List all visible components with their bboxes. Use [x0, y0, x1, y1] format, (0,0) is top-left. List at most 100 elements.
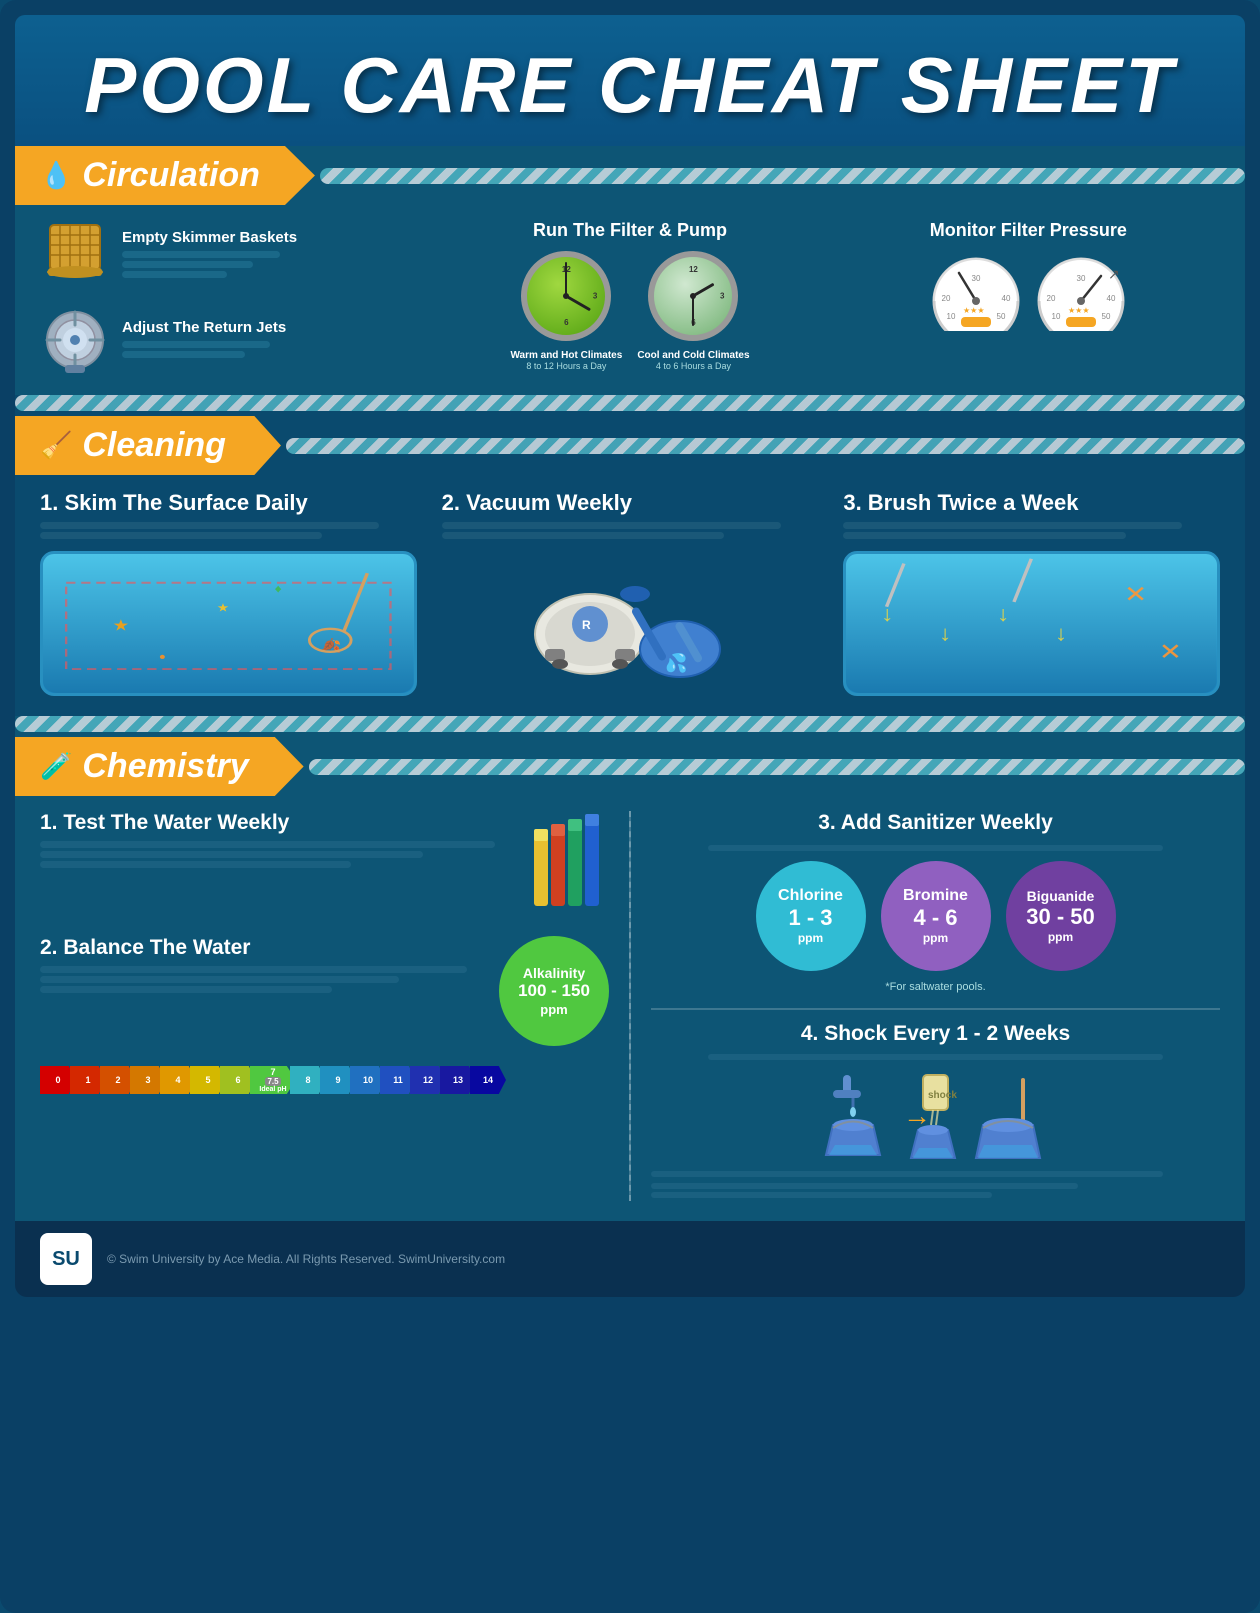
- skimmer-basket-icon: [40, 220, 110, 290]
- svg-text:R: R: [582, 618, 591, 632]
- svg-text:50: 50: [1101, 312, 1110, 321]
- pressure-col: Monitor Filter Pressure 30 40 20 10 50: [837, 220, 1220, 375]
- brush-pool-illustration: ↓ ↓ ↓ ↓ ✕ ✕: [843, 551, 1220, 696]
- svg-text:10: 10: [946, 312, 955, 321]
- rope-decoration-3: [309, 759, 1245, 775]
- clock-cool-label: Cool and Cold Climates: [637, 350, 749, 361]
- footer-text: © Swim University by Ace Media. All Righ…: [107, 1252, 505, 1266]
- su-logo: SU: [40, 1233, 92, 1285]
- gauge-2: 30 40 20 10 50 ★★★ ↗: [1036, 251, 1126, 336]
- svg-text:50: 50: [996, 312, 1005, 321]
- footer: SU © Swim University by Ace Media. All R…: [15, 1221, 1245, 1297]
- balance-water-title: 2. Balance The Water: [40, 936, 489, 960]
- cleaning-title: Cleaning: [82, 426, 226, 465]
- clock-cool-sublabel: 4 to 6 Hours a Day: [637, 361, 749, 371]
- shock-title: 4. Shock Every 1 - 2 Weeks: [651, 1022, 1220, 1046]
- chemistry-right: 3. Add Sanitizer Weekly Chlorine 1 - 3 p…: [651, 811, 1220, 1201]
- svg-text:★★★: ★★★: [1068, 306, 1090, 315]
- circulation-icon: 💧: [40, 160, 72, 191]
- svg-text:40: 40: [1001, 294, 1010, 303]
- shock-final-bucket: [973, 1070, 1053, 1165]
- skim-pool-illustration: ★ ★ 🍂 ● ♦: [40, 551, 417, 696]
- svg-text:20: 20: [941, 294, 950, 303]
- vacuum-title: 2. Vacuum Weekly: [442, 490, 632, 515]
- sanitizer-section: 3. Add Sanitizer Weekly Chlorine 1 - 3 p…: [651, 811, 1220, 993]
- pressure-title: Monitor Filter Pressure: [837, 220, 1220, 241]
- circulation-left: Empty Skimmer Baskets: [40, 220, 423, 375]
- chlorine-circle: Chlorine 1 - 3 ppm: [756, 861, 866, 971]
- svg-text:✕: ✕: [1124, 582, 1147, 607]
- skimmer-line-1: [122, 251, 280, 258]
- clock-warm-label: Warm and Hot Climates: [510, 350, 622, 361]
- clock-cool: 12 6 3 Cool and Cold Climates 4 to 6 Hou…: [637, 251, 749, 371]
- ph-scale-container: 0 1 2 3 4 5 6 7 7.5 Ideal pH: [40, 1066, 609, 1094]
- vertical-divider: [629, 811, 631, 1201]
- svg-text:★★★: ★★★: [963, 306, 985, 315]
- sanitizer-title: 3. Add Sanitizer Weekly: [651, 811, 1220, 835]
- jets-label: Adjust The Return Jets: [122, 319, 286, 336]
- svg-text:★: ★: [217, 601, 229, 615]
- svg-text:10: 10: [1051, 312, 1060, 321]
- chemistry-icon: 🧪: [40, 751, 72, 782]
- alkalinity-label: Alkalinity: [523, 965, 585, 981]
- filter-pump-col: Run The Filter & Pump 12 6 3: [438, 220, 821, 375]
- shock-bucket-1: [818, 1070, 893, 1165]
- clock-warm: 12 6 3 Warm and Hot Climates 8 to 12 Hou…: [510, 251, 622, 371]
- svg-text:↓: ↓: [1055, 621, 1068, 644]
- svg-text:★: ★: [112, 617, 129, 634]
- skimmer-line-3: [122, 271, 227, 278]
- rope-decoration-2: [286, 438, 1245, 454]
- svg-text:♦: ♦: [275, 582, 283, 596]
- test-water: 1. Test The Water Weekly: [40, 811, 609, 916]
- biguanide-circle: Biguanide 30 - 50 ppm: [1006, 861, 1116, 971]
- filter-pump-title: Run The Filter & Pump: [438, 220, 821, 241]
- brush-title: 3. Brush Twice a Week: [843, 490, 1078, 515]
- balance-water: 2. Balance The Water Alkalinity 100 - 15…: [40, 936, 609, 1046]
- cleaning-icon: 🧹: [40, 430, 72, 461]
- vacuum-item: 2. Vacuum Weekly R: [442, 490, 819, 696]
- alkalinity-circle: Alkalinity 100 - 150 ppm: [499, 936, 609, 1046]
- rope-decoration-1: [320, 168, 1245, 184]
- main-title: POOL CARE CHEAT SHEET: [45, 40, 1215, 131]
- bromine-circle: Bromine 4 - 6 ppm: [881, 861, 991, 971]
- svg-text:20: 20: [1046, 294, 1055, 303]
- brush-item: 3. Brush Twice a Week ↓ ↓ ↓ ↓ ✕ ✕: [843, 490, 1220, 696]
- svg-text:💦: 💦: [665, 651, 687, 674]
- circulation-section: 💧 Circulation: [15, 146, 1245, 395]
- svg-text:40: 40: [1106, 294, 1115, 303]
- svg-text:✕: ✕: [1159, 640, 1182, 665]
- shock-section: 4. Shock Every 1 - 2 Weeks: [651, 1008, 1220, 1198]
- vacuum-illustration: R 💦: [442, 551, 819, 696]
- skim-item: 1. Skim The Surface Daily: [40, 490, 417, 696]
- chemistry-left: 1. Test The Water Weekly: [40, 811, 609, 1201]
- alkalinity-unit: ppm: [540, 1002, 567, 1017]
- skimmer-label: Empty Skimmer Baskets: [122, 229, 297, 246]
- gauge-1: 30 40 20 10 50 ★★★: [931, 251, 1021, 336]
- svg-text:30: 30: [1076, 274, 1085, 283]
- chemistry-section: 🧪 Chemistry 1. Test The Water Weekly: [15, 716, 1245, 1221]
- alkalinity-value: 100 - 150: [518, 981, 590, 1001]
- svg-text:↓: ↓: [997, 602, 1010, 625]
- svg-text:↓: ↓: [939, 621, 952, 644]
- cleaning-header: 🧹 Cleaning: [15, 416, 1245, 475]
- svg-text:●: ●: [159, 651, 166, 662]
- return-jets-icon: [40, 305, 110, 375]
- rope-3: [15, 716, 1245, 732]
- saltwater-note: *For saltwater pools.: [651, 981, 1220, 993]
- chemistry-header: 🧪 Chemistry: [15, 737, 1245, 796]
- shock-packet: shock →: [903, 1070, 963, 1165]
- test-water-title: 1. Test The Water Weekly: [40, 811, 519, 835]
- skim-title: 1. Skim The Surface Daily: [40, 490, 308, 515]
- rope-2: [15, 395, 1245, 411]
- chemistry-title: Chemistry: [82, 747, 248, 786]
- test-strips-icon: [529, 811, 609, 916]
- svg-text:30: 30: [971, 274, 980, 283]
- circulation-header: 💧 Circulation: [15, 146, 1245, 205]
- svg-text:shock: shock: [928, 1090, 957, 1101]
- svg-text:↗: ↗: [1108, 266, 1120, 282]
- skimmer-line-2: [122, 261, 253, 268]
- title-section: POOL CARE CHEAT SHEET: [15, 15, 1245, 146]
- clock-warm-sublabel: 8 to 12 Hours a Day: [510, 361, 622, 371]
- circulation-title: Circulation: [82, 156, 260, 195]
- cleaning-section: 🧹 Cleaning 1. Skim The Surface Daily: [15, 395, 1245, 716]
